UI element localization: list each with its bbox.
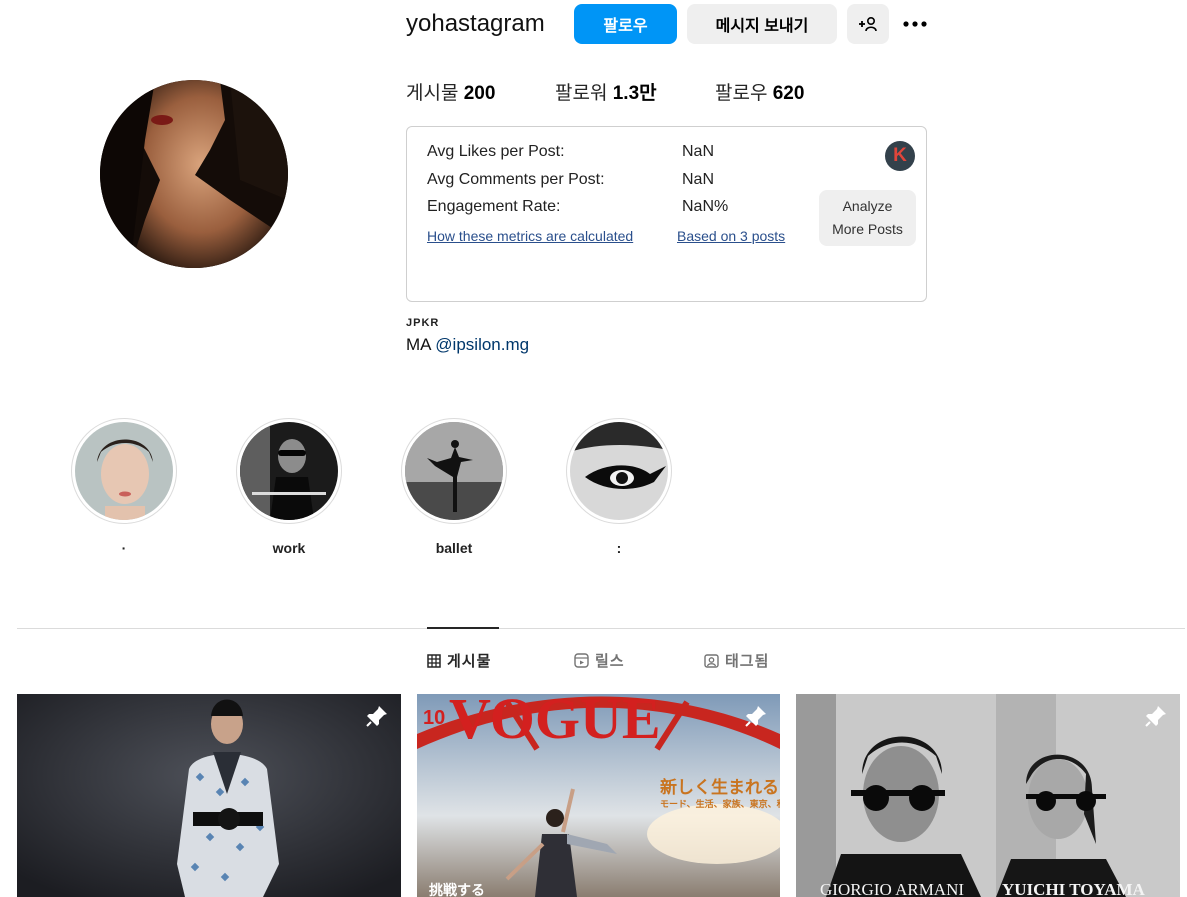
avg-likes-value: NaN bbox=[682, 143, 715, 160]
highlight-2-cover bbox=[240, 422, 338, 520]
post-thumbnail-1[interactable] bbox=[17, 694, 401, 897]
post-thumbnail-2[interactable]: VOGUE 10 新しく生まれる モード、生活、家族、東京、私 挑戦する bbox=[417, 694, 780, 897]
highlight-1-cover bbox=[75, 422, 173, 520]
toyama-caption: YUICHI TOYAMA bbox=[1002, 880, 1146, 897]
post-thumbnail-3[interactable]: GIORGIO ARMANI YUICHI TOYAMA bbox=[796, 694, 1180, 897]
engagement-rate-label: Engagement Rate: bbox=[427, 198, 561, 215]
avatar-photo bbox=[100, 80, 288, 268]
analyze-label-line2: More Posts bbox=[832, 221, 903, 237]
tab-posts-label: 게시물 bbox=[447, 653, 492, 670]
add-user-icon bbox=[859, 16, 877, 32]
tab-tagged[interactable]: 태그됨 bbox=[704, 650, 769, 671]
highlight-4[interactable] bbox=[566, 418, 672, 524]
metrics-info-link[interactable]: How these metrics are calculated bbox=[427, 228, 633, 244]
extension-logo-icon[interactable]: K bbox=[885, 141, 915, 171]
grid-icon bbox=[427, 653, 441, 668]
more-options-button[interactable] bbox=[900, 10, 940, 38]
tab-reels[interactable]: 릴스 bbox=[574, 650, 625, 671]
avg-likes-label: Avg Likes per Post: bbox=[427, 143, 565, 160]
profile-avatar[interactable] bbox=[100, 80, 288, 268]
highlight-2[interactable] bbox=[236, 418, 342, 524]
analyze-label-line1: Analyze bbox=[842, 198, 893, 214]
suggested-users-button[interactable] bbox=[847, 4, 889, 44]
engagement-rate-value: NaN% bbox=[682, 198, 729, 215]
tab-tagged-label: 태그됨 bbox=[725, 653, 770, 670]
send-message-button[interactable]: 메시지 보내기 bbox=[687, 4, 837, 44]
stat-posts-count: 200 bbox=[463, 83, 496, 104]
stat-followers-label: 팔로워 bbox=[555, 83, 608, 104]
stat-following-count: 620 bbox=[772, 83, 805, 104]
avg-comments-value: NaN bbox=[682, 171, 715, 188]
bio-mention-link[interactable]: @ipsilon.mg bbox=[435, 335, 529, 354]
analyze-more-posts-button[interactable]: Analyze More Posts bbox=[819, 190, 916, 246]
highlight-4-cover bbox=[570, 422, 668, 520]
post-3-image: GIORGIO ARMANI YUICHI TOYAMA bbox=[796, 694, 1180, 897]
stat-posts: 게시물 200 bbox=[406, 78, 495, 105]
bio-prefix: MA bbox=[406, 335, 436, 354]
tab-reels-label: 릴스 bbox=[595, 653, 625, 670]
tab-posts[interactable]: 게시물 bbox=[427, 650, 491, 671]
tabs-divider bbox=[17, 628, 1185, 629]
pinned-icon bbox=[1145, 706, 1166, 727]
based-on-posts-link[interactable]: Based on 3 posts bbox=[677, 228, 785, 244]
armani-caption: GIORGIO ARMANI bbox=[820, 880, 964, 897]
highlight-3[interactable] bbox=[401, 418, 507, 524]
bio-category: JPKR bbox=[406, 317, 440, 329]
vogue-headline: 新しく生まれる bbox=[660, 777, 779, 798]
highlight-3-label: ballet bbox=[435, 540, 473, 556]
bio-text: MA @ipsilon.mg bbox=[406, 335, 529, 355]
active-tab-indicator bbox=[427, 627, 499, 629]
post-2-image: VOGUE 10 新しく生まれる モード、生活、家族、東京、私 挑戦する bbox=[417, 694, 780, 897]
avg-comments-label: Avg Comments per Post: bbox=[427, 171, 605, 188]
highlight-1[interactable] bbox=[71, 418, 177, 524]
stat-followers[interactable]: 팔로워 1.3만 bbox=[555, 78, 657, 105]
stat-following[interactable]: 팔로우 620 bbox=[715, 78, 804, 105]
highlight-2-label: work bbox=[272, 540, 306, 556]
engagement-metrics-panel: Avg Likes per Post: NaN Avg Comments per… bbox=[406, 126, 927, 302]
tagged-icon bbox=[704, 654, 719, 668]
stat-followers-count: 1.3만 bbox=[612, 83, 657, 104]
stat-following-label: 팔로우 bbox=[715, 83, 768, 104]
post-1-image bbox=[17, 694, 401, 897]
pinned-icon bbox=[745, 706, 766, 727]
vogue-issue: 10 bbox=[423, 707, 445, 729]
more-horizontal-icon bbox=[903, 21, 927, 27]
vogue-subheadline: モード、生活、家族、東京、私 bbox=[660, 798, 780, 810]
stat-posts-label: 게시물 bbox=[406, 83, 459, 104]
profile-username: yohastagram bbox=[406, 10, 545, 37]
highlight-3-cover bbox=[405, 422, 503, 520]
highlight-1-label: · bbox=[121, 540, 127, 556]
pinned-icon bbox=[366, 706, 387, 727]
highlight-4-label: : bbox=[616, 540, 622, 556]
vogue-title: VOGUE bbox=[449, 694, 661, 751]
reels-icon bbox=[574, 653, 589, 668]
vogue-bottom-text: 挑戦する bbox=[429, 882, 485, 897]
follow-button[interactable]: 팔로우 bbox=[574, 4, 677, 44]
